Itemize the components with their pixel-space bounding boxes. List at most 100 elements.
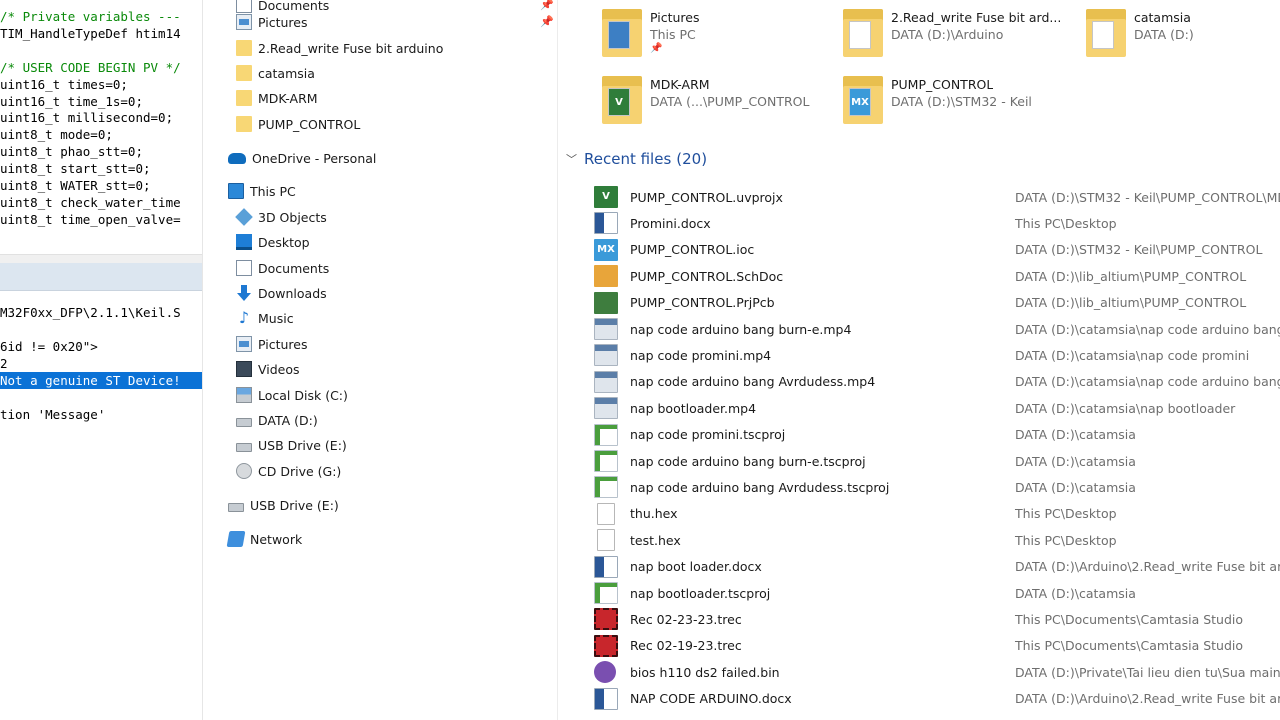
recent-file-row[interactable]: test.hex This PC\Desktop	[594, 527, 1280, 553]
recent-file-row[interactable]: Rec 02-19-23.trec This PC\Documents\Camta…	[594, 633, 1280, 659]
output-line: M32F0xx_DFP\2.1.1\Keil.S	[0, 305, 181, 320]
recent-file-row[interactable]: nap code arduino bang burn-e.tscproj DATA…	[594, 448, 1280, 474]
nav-item-label: catamsia	[258, 65, 315, 81]
nav-item-label: Network	[250, 531, 303, 547]
nav-item-network[interactable]: Network	[226, 527, 303, 551]
file-path: DATA (D:)\catamsia\nap code promini	[1015, 347, 1250, 363]
usb-drive-icon	[236, 443, 252, 452]
pcb-icon	[594, 291, 618, 314]
quick-access-tile[interactable]: catamsia DATA (D:)	[1086, 5, 1280, 65]
nav-item-label: Local Disk (C:)	[258, 387, 348, 403]
blank-file-icon	[597, 529, 615, 552]
quick-access-tile[interactable]: V MDK-ARM DATA (...\PUMP_CONTROL	[602, 72, 842, 132]
nav-item-label: OneDrive - Personal	[252, 150, 377, 166]
nav-item-onedrive-personal[interactable]: OneDrive - Personal	[228, 146, 376, 170]
code-line: uint16_t times=0;	[0, 76, 128, 92]
recent-file-row[interactable]: MX PUMP_CONTROL.ioc DATA (D:)\STM32 - Keil…	[594, 237, 1280, 263]
code-line: uint16_t millisecond=0;	[0, 110, 174, 126]
recent-file-row[interactable]: V PUMP_CONTROL.uvprojx DATA (D:)\STM32 - K…	[594, 184, 1280, 210]
nav-item-catamsia[interactable]: catamsia	[236, 61, 315, 85]
nav-item-mdk-arm[interactable]: MDK-ARM	[236, 86, 318, 110]
file-name: nap boot loader.docx	[630, 559, 762, 575]
nav-item-label: Pictures	[258, 336, 308, 352]
tile-location: This PC	[650, 27, 696, 42]
keil-folder-icon: V	[602, 76, 642, 124]
nav-item-local-disk-c[interactable]: Local Disk (C:)	[236, 383, 348, 407]
file-path: DATA (D:)\Arduino\2.Read_write Fuse bit …	[1015, 559, 1280, 575]
content-pane: Pictures This PC 📌 2.Read_write Fuse bit ar…	[558, 0, 1280, 720]
nav-item-2-read-write-fuse-bit-arduino[interactable]: 2.Read_write Fuse bit arduino	[236, 36, 443, 60]
chevron-down-icon[interactable]: ﹀	[566, 151, 577, 167]
camtasia-icon	[594, 582, 618, 604]
recent-file-row[interactable]: thu.hex This PC\Desktop	[594, 501, 1280, 527]
quick-access-tile[interactable]: MX PUMP_CONTROL DATA (D:)\STM32 - Keil	[843, 72, 1083, 132]
quick-access-tile[interactable]: 2.Read_write Fuse bit ard... DATA (D:)\Ar…	[843, 5, 1083, 65]
code-listing: /* Private variables --- TIM_HandleTypeDe…	[0, 9, 181, 229]
nav-item-this-pc[interactable]: This PC	[228, 179, 296, 203]
nav-item-pictures[interactable]: Pictures	[236, 332, 308, 356]
camtasia-icon	[594, 423, 618, 446]
nav-item-music[interactable]: ♪ Music	[236, 306, 294, 330]
file-path: DATA (D:)\lib_altium\PUMP_CONTROL	[1015, 295, 1247, 311]
nav-item-cd-drive-g[interactable]: CD Drive (G:)	[236, 459, 341, 483]
file-path: DATA (D:)\STM32 - Keil\PUMP_CONTROL	[1015, 242, 1263, 258]
recent-file-row[interactable]: NAP CODE ARDUINO.docx DATA (D:)\Arduino\2…	[594, 686, 1280, 712]
recent-file-row[interactable]: nap code arduino bang burn-e.mp4 DATA (D:…	[594, 316, 1280, 342]
pin-icon[interactable]: 📌	[540, 15, 554, 28]
tile-location: DATA (D:)	[1134, 27, 1194, 42]
recent-file-row[interactable]: nap bootloader.mp4 DATA (D:)\catamsia\nap…	[594, 395, 1280, 421]
recent-file-row[interactable]: Promini.docx This PC\Desktop	[594, 210, 1280, 236]
file-name: test.hex	[630, 532, 681, 548]
recent-file-row[interactable]: nap code promini.tscproj DATA (D:)\catams…	[594, 422, 1280, 448]
recent-file-row[interactable]: PUMP_CONTROL.SchDoc DATA (D:)\lib_altium\…	[594, 263, 1280, 289]
recent-file-row[interactable]: nap code arduino bang Avrdudess.tscproj D…	[594, 474, 1280, 500]
picture-thumbnail	[608, 21, 630, 49]
code-line: uint8_t mode=0;	[0, 127, 113, 143]
file-path: DATA (D:)\catamsia\nap code arduino bang…	[1015, 321, 1280, 337]
nav-item-usb-drive-e[interactable]: USB Drive (E:)	[236, 433, 347, 457]
music-icon: ♪	[238, 308, 250, 327]
editor-horizontal-scrollbar[interactable]	[0, 254, 202, 263]
file-name: NAP CODE ARDUINO.docx	[630, 691, 792, 707]
recent-file-row[interactable]: bios h110 ds2 failed.bin DATA (D:)\Privat…	[594, 659, 1280, 685]
recent-file-row[interactable]: Rec 02-23-23.trec This PC\Documents\Camta…	[594, 606, 1280, 632]
pin-icon[interactable]: 📌	[540, 0, 554, 11]
nav-item-pictures[interactable]: Pictures	[236, 10, 308, 34]
trec-icon	[594, 608, 618, 631]
document-thumbnail	[1092, 21, 1114, 49]
nav-item-pump-control[interactable]: PUMP_CONTROL	[236, 112, 360, 136]
trec-icon	[594, 634, 618, 657]
word-icon	[594, 212, 618, 235]
recent-files-count: (20)	[676, 150, 708, 168]
file-name: Rec 02-23-23.trec	[630, 611, 742, 627]
recent-files-header[interactable]: ﹀ Recent files (20)	[566, 150, 707, 168]
recent-file-row[interactable]: nap code promini.mp4 DATA (D:)\catamsia\n…	[594, 342, 1280, 368]
3d-objects-icon	[235, 208, 253, 226]
recent-file-row[interactable]: PUMP_CONTROL.PrjPcb DATA (D:)\lib_altium\…	[594, 290, 1280, 316]
nav-item-label: DATA (D:)	[258, 412, 318, 428]
nav-item-documents[interactable]: Documents	[236, 256, 329, 280]
recent-file-row[interactable]: nap boot loader.docx DATA (D:)\Arduino\2.…	[594, 554, 1280, 580]
file-path: DATA (D:)\STM32 - Keil\PUMP_CONTROL\MDK-	[1015, 189, 1280, 205]
nav-item-usb-drive-e[interactable]: USB Drive (E:)	[228, 493, 339, 517]
nav-item-downloads[interactable]: Downloads	[236, 281, 327, 305]
output-line: 6id != 0x20">	[0, 339, 98, 354]
folder-icon	[236, 90, 252, 106]
nav-item-desktop[interactable]: Desktop	[236, 230, 310, 254]
nav-item-3d-objects[interactable]: 3D Objects	[235, 205, 327, 229]
output-panel-header	[0, 263, 202, 291]
video-icon	[594, 397, 618, 420]
tile-location: DATA (D:)\Arduino	[891, 27, 1004, 42]
nav-item-videos[interactable]: Videos	[236, 357, 300, 381]
recent-file-row[interactable]: nap bootloader.tscproj DATA (D:)\catamsia	[594, 580, 1280, 606]
recent-file-row[interactable]: nap code arduino bang Avrdudess.mp4 DATA …	[594, 369, 1280, 395]
desktop-icon	[236, 234, 252, 250]
word-icon	[594, 687, 618, 710]
quick-access-tile[interactable]: Pictures This PC 📌	[602, 5, 842, 65]
tile-name: catamsia	[1134, 10, 1191, 25]
keil-icon: V	[594, 186, 618, 208]
nav-item-data-d[interactable]: DATA (D:)	[236, 408, 318, 432]
file-name: nap code arduino bang burn-e.tscproj	[630, 453, 866, 469]
output-line: 2	[0, 356, 8, 371]
file-name: bios h110 ds2 failed.bin	[630, 664, 780, 680]
